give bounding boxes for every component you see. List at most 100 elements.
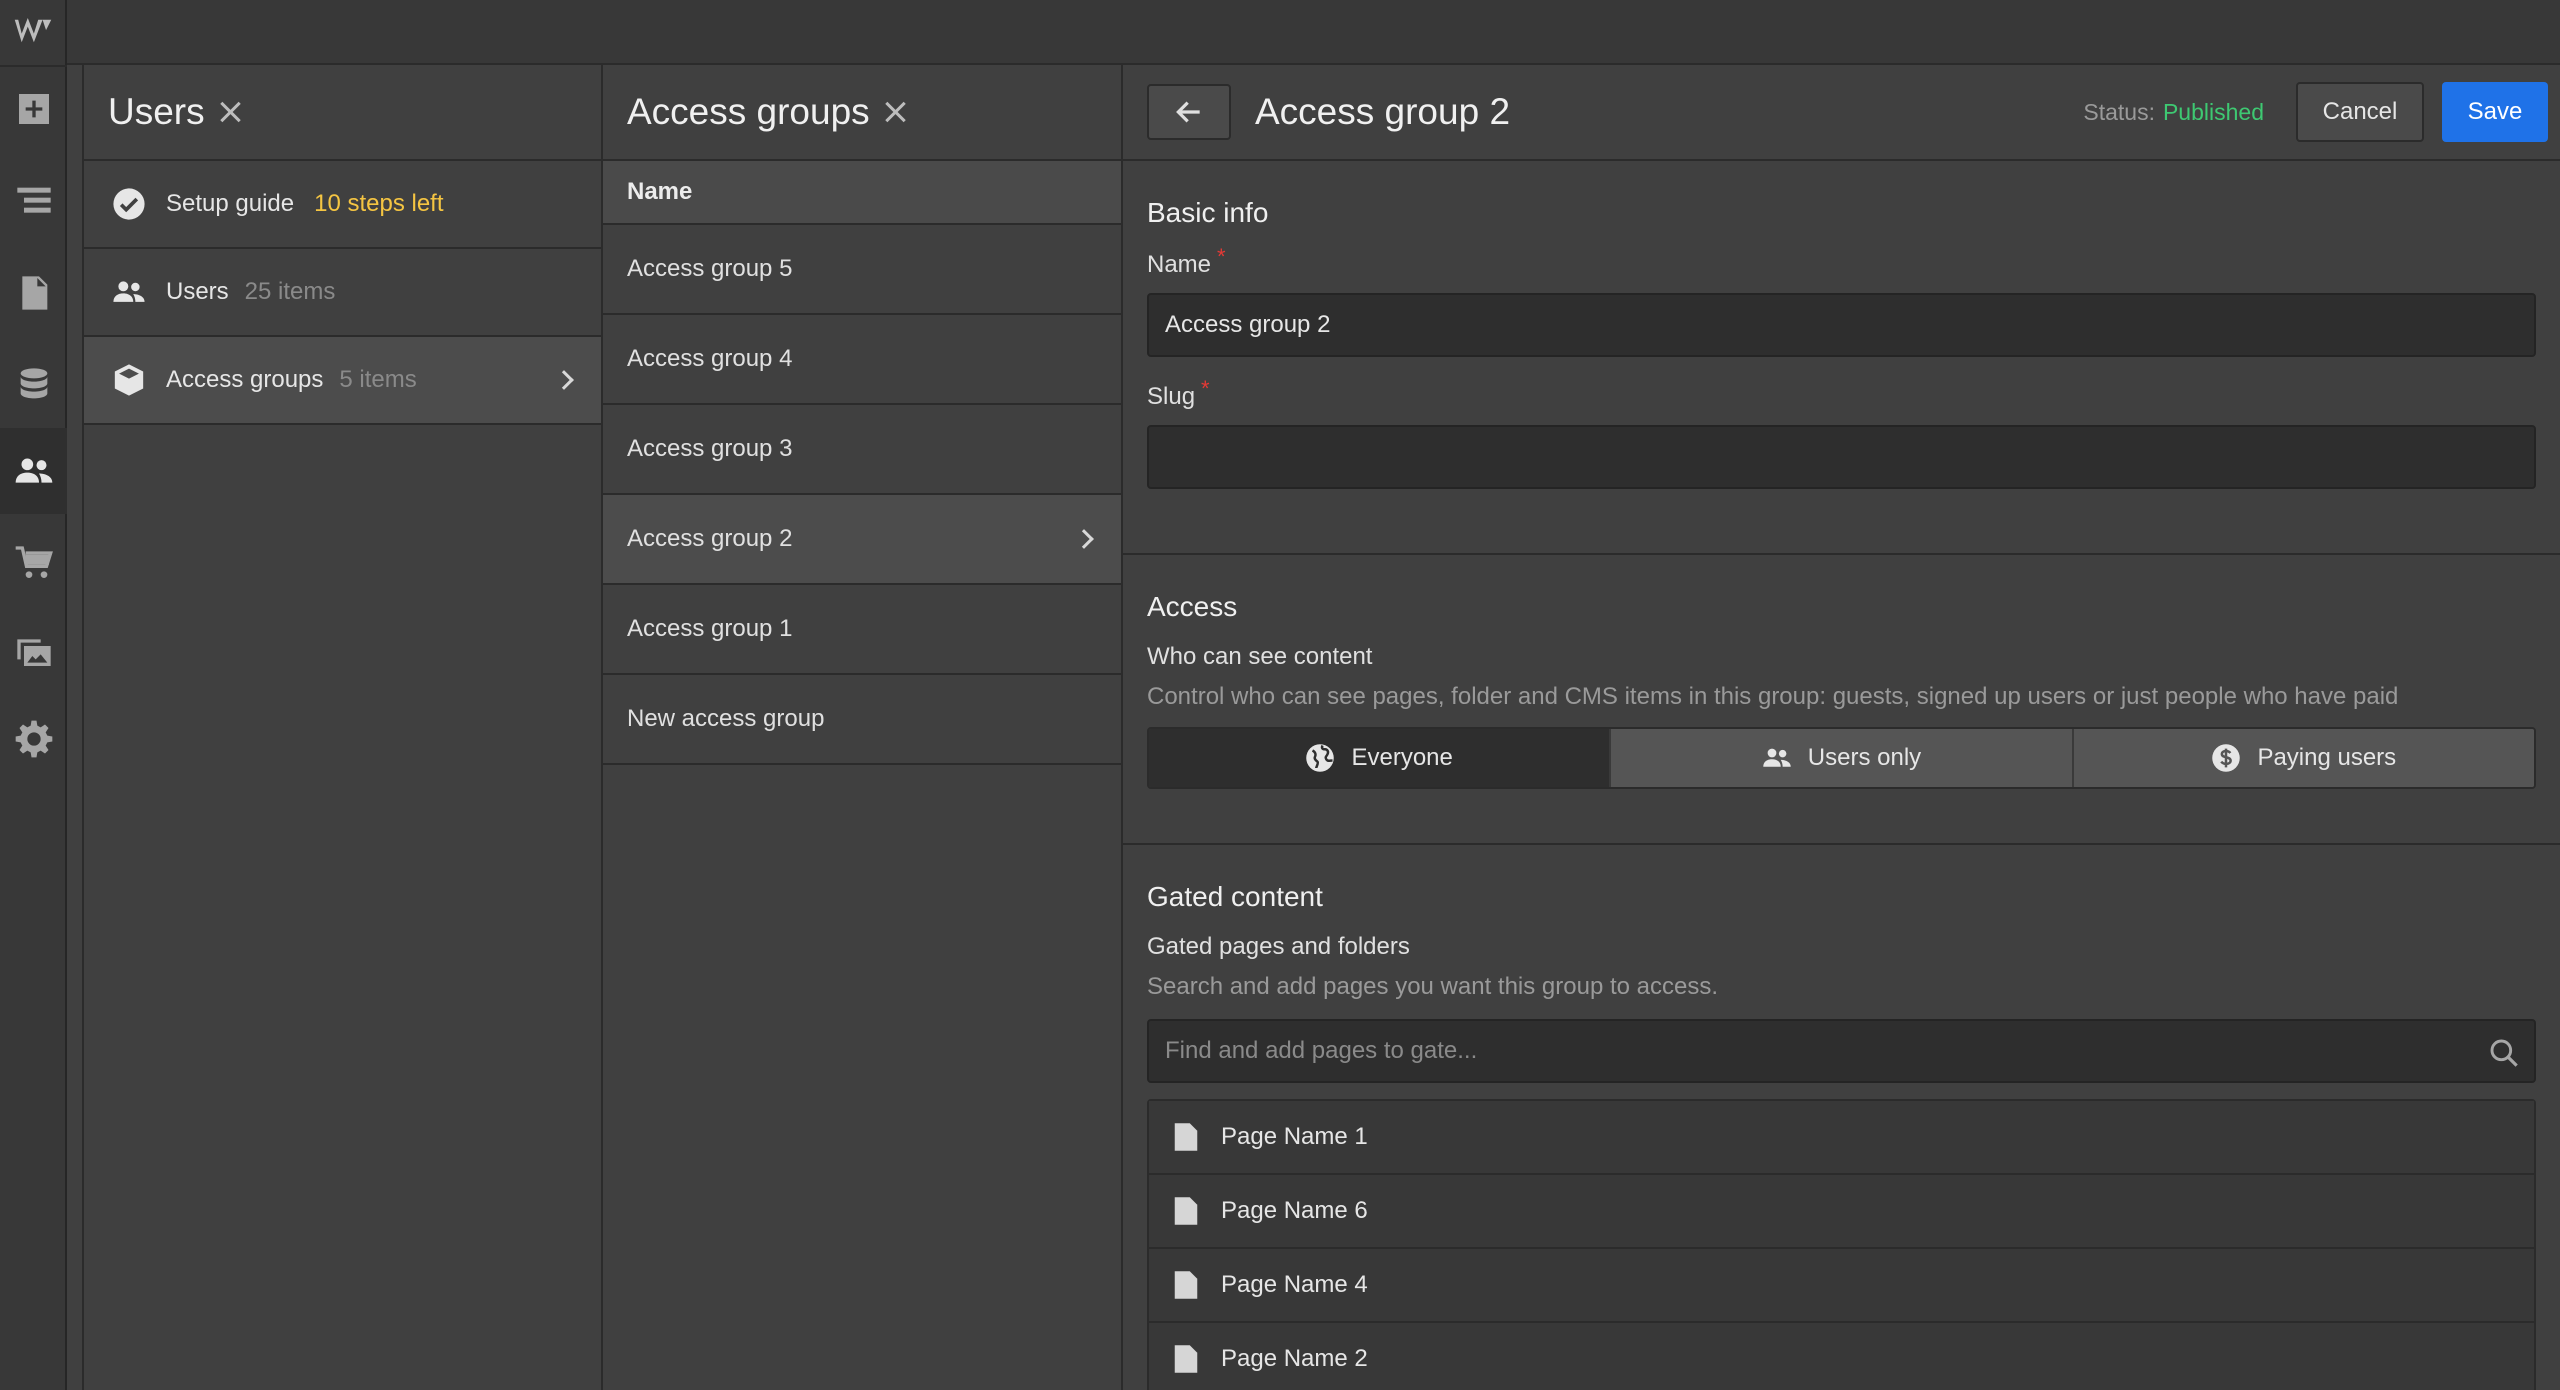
save-button[interactable]: Save [2442, 82, 2548, 142]
name-field-label: Name * [1147, 244, 2548, 279]
nav-setup-guide[interactable]: Setup guide 10 steps left [84, 161, 601, 249]
navigator-icon [16, 187, 51, 213]
detail-header: Access group 2 Status: Published Cancel S… [1123, 65, 2560, 161]
list-item[interactable]: Access group 1 [603, 585, 1121, 675]
pages-icon [21, 276, 47, 310]
who-can-see-label: Who can see content [1147, 643, 1373, 670]
cms-icon [20, 368, 47, 399]
search-icon[interactable] [2488, 1037, 2520, 1069]
webflow-logo[interactable] [10, 10, 56, 52]
pages-button[interactable] [0, 250, 67, 336]
users-icon [1763, 748, 1791, 767]
users-panel-title: Users [108, 91, 205, 132]
page-icon [1174, 1345, 1198, 1373]
gated-pages-list: Page Name 1 Page Name 6 Page Name 4 Page… [1147, 1099, 2536, 1390]
option-everyone[interactable]: Everyone [1149, 729, 1610, 787]
gated-page-row[interactable]: Page Name 4 [1149, 1249, 2534, 1323]
back-button[interactable] [1147, 84, 1231, 140]
option-paying-users[interactable]: Paying users [2071, 729, 2534, 787]
gated-content-section: Gated content Gated pages and folders Se… [1123, 845, 2560, 1390]
list-item-label: Access group 2 [627, 525, 793, 552]
search-placeholder: Find and add pages to gate... [1165, 1037, 1478, 1064]
page-name: Page Name 1 [1221, 1123, 1368, 1150]
gated-pages-search-input[interactable]: Find and add pages to gate... [1147, 1019, 2536, 1083]
gated-pages-help: Search and add pages you want this group… [1147, 973, 1719, 1000]
access-title: Access [1147, 591, 1238, 622]
access-groups-panel: Access groups Name Access group 5 Access… [603, 65, 1123, 1390]
status-indicator: Status: Published [2083, 99, 2264, 126]
page-icon [1174, 1123, 1198, 1151]
required-mark: * [1217, 244, 1226, 269]
ecommerce-icon [15, 546, 53, 578]
page-name: Page Name 4 [1221, 1271, 1368, 1298]
access-section: Access Who can see content Control who c… [1123, 555, 2560, 845]
option-users-only-label: Users only [1807, 744, 1922, 771]
chevron-right-icon [554, 370, 574, 390]
logo-icon [14, 17, 52, 43]
gated-page-row[interactable]: Page Name 2 [1149, 1323, 2534, 1390]
cms-button[interactable] [0, 342, 67, 428]
setup-steps-left: 10 steps left [314, 190, 444, 217]
add-icon [18, 94, 49, 124]
slug-input[interactable] [1147, 425, 2536, 489]
option-paying-users-label: Paying users [2257, 744, 2397, 771]
nav-access-groups[interactable]: Access groups 5 items [84, 337, 601, 425]
nav-users-label: Users [166, 278, 229, 305]
status-label: Status: [2083, 98, 2155, 125]
slug-field-label: Slug * [1147, 376, 2548, 411]
gated-page-row[interactable]: Page Name 6 [1149, 1175, 2534, 1249]
settings-button[interactable] [0, 696, 67, 782]
basic-info-section: Basic info Name * Access group 2 Slug * [1123, 161, 2560, 555]
required-mark: * [1201, 376, 1210, 401]
navigator-button[interactable] [0, 158, 67, 244]
list-item-new-access-group[interactable]: New access group [603, 675, 1121, 765]
close-access-groups-icon[interactable] [882, 99, 908, 125]
page-name: Page Name 2 [1221, 1345, 1368, 1372]
assets-icon [16, 639, 51, 666]
settings-icon [15, 720, 52, 758]
gated-page-row[interactable]: Page Name 1 [1149, 1101, 2534, 1175]
basic-info-title: Basic info [1147, 197, 1269, 228]
name-input[interactable]: Access group 2 [1147, 293, 2536, 357]
access-groups-title: Access groups [627, 91, 870, 132]
gated-content-title: Gated content [1147, 881, 1323, 912]
nav-setup-guide-label: Setup guide [166, 190, 295, 217]
name-label: Name [1147, 251, 1212, 278]
list-item[interactable]: Access group 5 [603, 225, 1121, 315]
top-bar [0, 0, 2560, 65]
who-can-see-help: Control who can see pages, folder and CM… [1147, 683, 2399, 710]
page-icon [1174, 1271, 1198, 1299]
access-segmented-control: Everyone Users only Paying users [1147, 727, 2536, 789]
option-everyone-label: Everyone [1351, 744, 1453, 771]
option-users-only[interactable]: Users only [1609, 729, 2072, 787]
slug-label: Slug [1147, 383, 1196, 410]
assets-button[interactable] [0, 608, 67, 694]
close-users-panel-icon[interactable] [217, 99, 243, 125]
status-badge: Published [2162, 98, 2264, 125]
globe-icon [1306, 744, 1335, 772]
gated-pages-label: Gated pages and folders [1147, 933, 1410, 960]
users-icon [15, 458, 52, 483]
users-panel: Users Setup guide 10 steps left Users 25… [82, 65, 603, 1390]
page-name: Page Name 6 [1221, 1197, 1368, 1224]
detail-title: Access group 2 [1255, 91, 1511, 132]
nav-access-groups-label: Access groups [166, 366, 324, 393]
users-count: 25 items [244, 278, 336, 305]
column-header-name[interactable]: Name [603, 161, 1121, 225]
arrow-left-icon [1176, 101, 1200, 123]
page-icon [1174, 1197, 1198, 1225]
users-icon [113, 281, 145, 302]
left-rail [0, 0, 67, 1390]
access-groups-header: Access groups [603, 65, 1121, 161]
check-circle-icon [113, 188, 145, 220]
dollar-circle-icon [2212, 744, 2241, 772]
cube-icon [114, 364, 144, 396]
users-button[interactable] [0, 428, 67, 514]
nav-users[interactable]: Users 25 items [84, 249, 601, 337]
ecommerce-button[interactable] [0, 520, 67, 606]
add-panel-button[interactable] [0, 66, 67, 152]
list-item[interactable]: Access group 4 [603, 315, 1121, 405]
list-item[interactable]: Access group 3 [603, 405, 1121, 495]
list-item-selected[interactable]: Access group 2 [603, 495, 1121, 585]
cancel-button[interactable]: Cancel [2296, 82, 2424, 142]
